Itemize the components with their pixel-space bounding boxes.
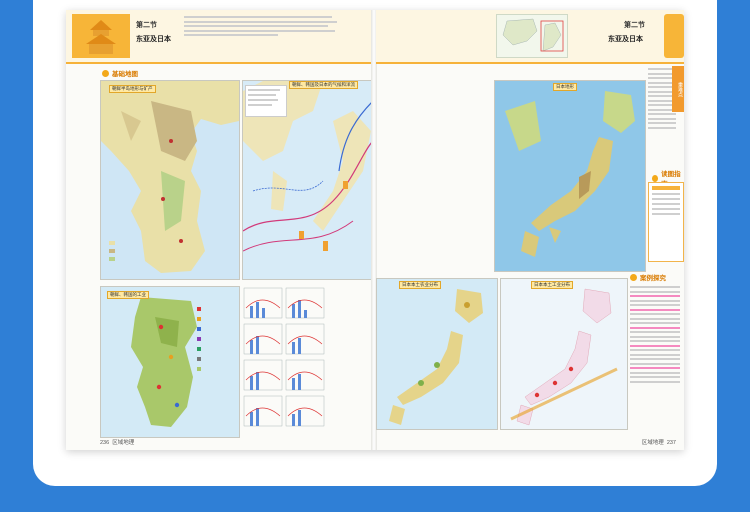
right-folio-name: 区域地理 [641, 440, 664, 446]
korea-industry-map-title: 朝鲜、韩国的工业 [107, 291, 149, 299]
bullet-icon [102, 69, 109, 77]
left-folio: 236 区域地理 [100, 438, 134, 446]
temple-icon [72, 14, 130, 58]
left-banner: 第二节 东亚及日本 [66, 10, 372, 64]
climate-legend [245, 85, 287, 117]
side-tab: 重难点 [672, 66, 684, 112]
reading-guide-diagram [648, 182, 684, 262]
basic-maps-heading: 基础地图 [102, 68, 138, 78]
left-page-number: 236 [100, 440, 110, 446]
right-page-number: 237 [666, 440, 676, 446]
intro-text [184, 16, 340, 39]
bullet-icon [630, 273, 637, 281]
japan-industry-map: 日本本土工业分布 [500, 278, 628, 430]
case-study-heading: 案例探究 [630, 272, 666, 282]
right-page: 第二节 东亚及日本 日本地形 重难点 读图指南 [376, 10, 684, 450]
section-number: 第二节 [136, 22, 157, 29]
industry-map-title: 日本本土工业分布 [531, 281, 573, 289]
right-folio: 区域地理 237 [642, 438, 676, 446]
japan-agriculture-map: 日本本土农业分布 [376, 278, 498, 430]
right-section-title: 东亚及日本 [608, 36, 643, 43]
locator-map [496, 14, 568, 58]
left-folio-name: 区域地理 [112, 440, 135, 446]
left-page: 第二节 东亚及日本 基础地图 朝鲜半岛地形与矿产 朝鲜、韩国及日本的气候和洋流 … [66, 10, 372, 450]
japan-terrain-map-title: 日本地形 [553, 83, 577, 91]
agriculture-map-title: 日本本土农业分布 [399, 281, 441, 289]
korea-terrain-map: 朝鲜半岛地形与矿产 [100, 80, 240, 280]
korea-terrain-map-title: 朝鲜半岛地形与矿产 [109, 85, 156, 93]
right-section-number: 第二节 [624, 22, 645, 29]
climate-currents-map: 朝鲜、韩国及日本的气候和洋流 [242, 80, 372, 280]
section-title: 东亚及日本 [136, 36, 171, 43]
climate-map-title: 朝鲜、韩国及日本的气候和洋流 [289, 81, 358, 89]
japan-terrain-map: 日本地形 [494, 80, 646, 272]
bullet-icon [652, 174, 659, 182]
case-study-text [630, 286, 680, 385]
right-banner-accent [664, 14, 684, 58]
korea-industry-map: 朝鲜、韩国的工业 [100, 286, 240, 438]
climate-charts-grid [242, 286, 372, 436]
right-banner: 第二节 东亚及日本 [376, 10, 684, 64]
open-book: 第二节 东亚及日本 基础地图 朝鲜半岛地形与矿产 朝鲜、韩国及日本的气候和洋流 … [66, 10, 684, 450]
